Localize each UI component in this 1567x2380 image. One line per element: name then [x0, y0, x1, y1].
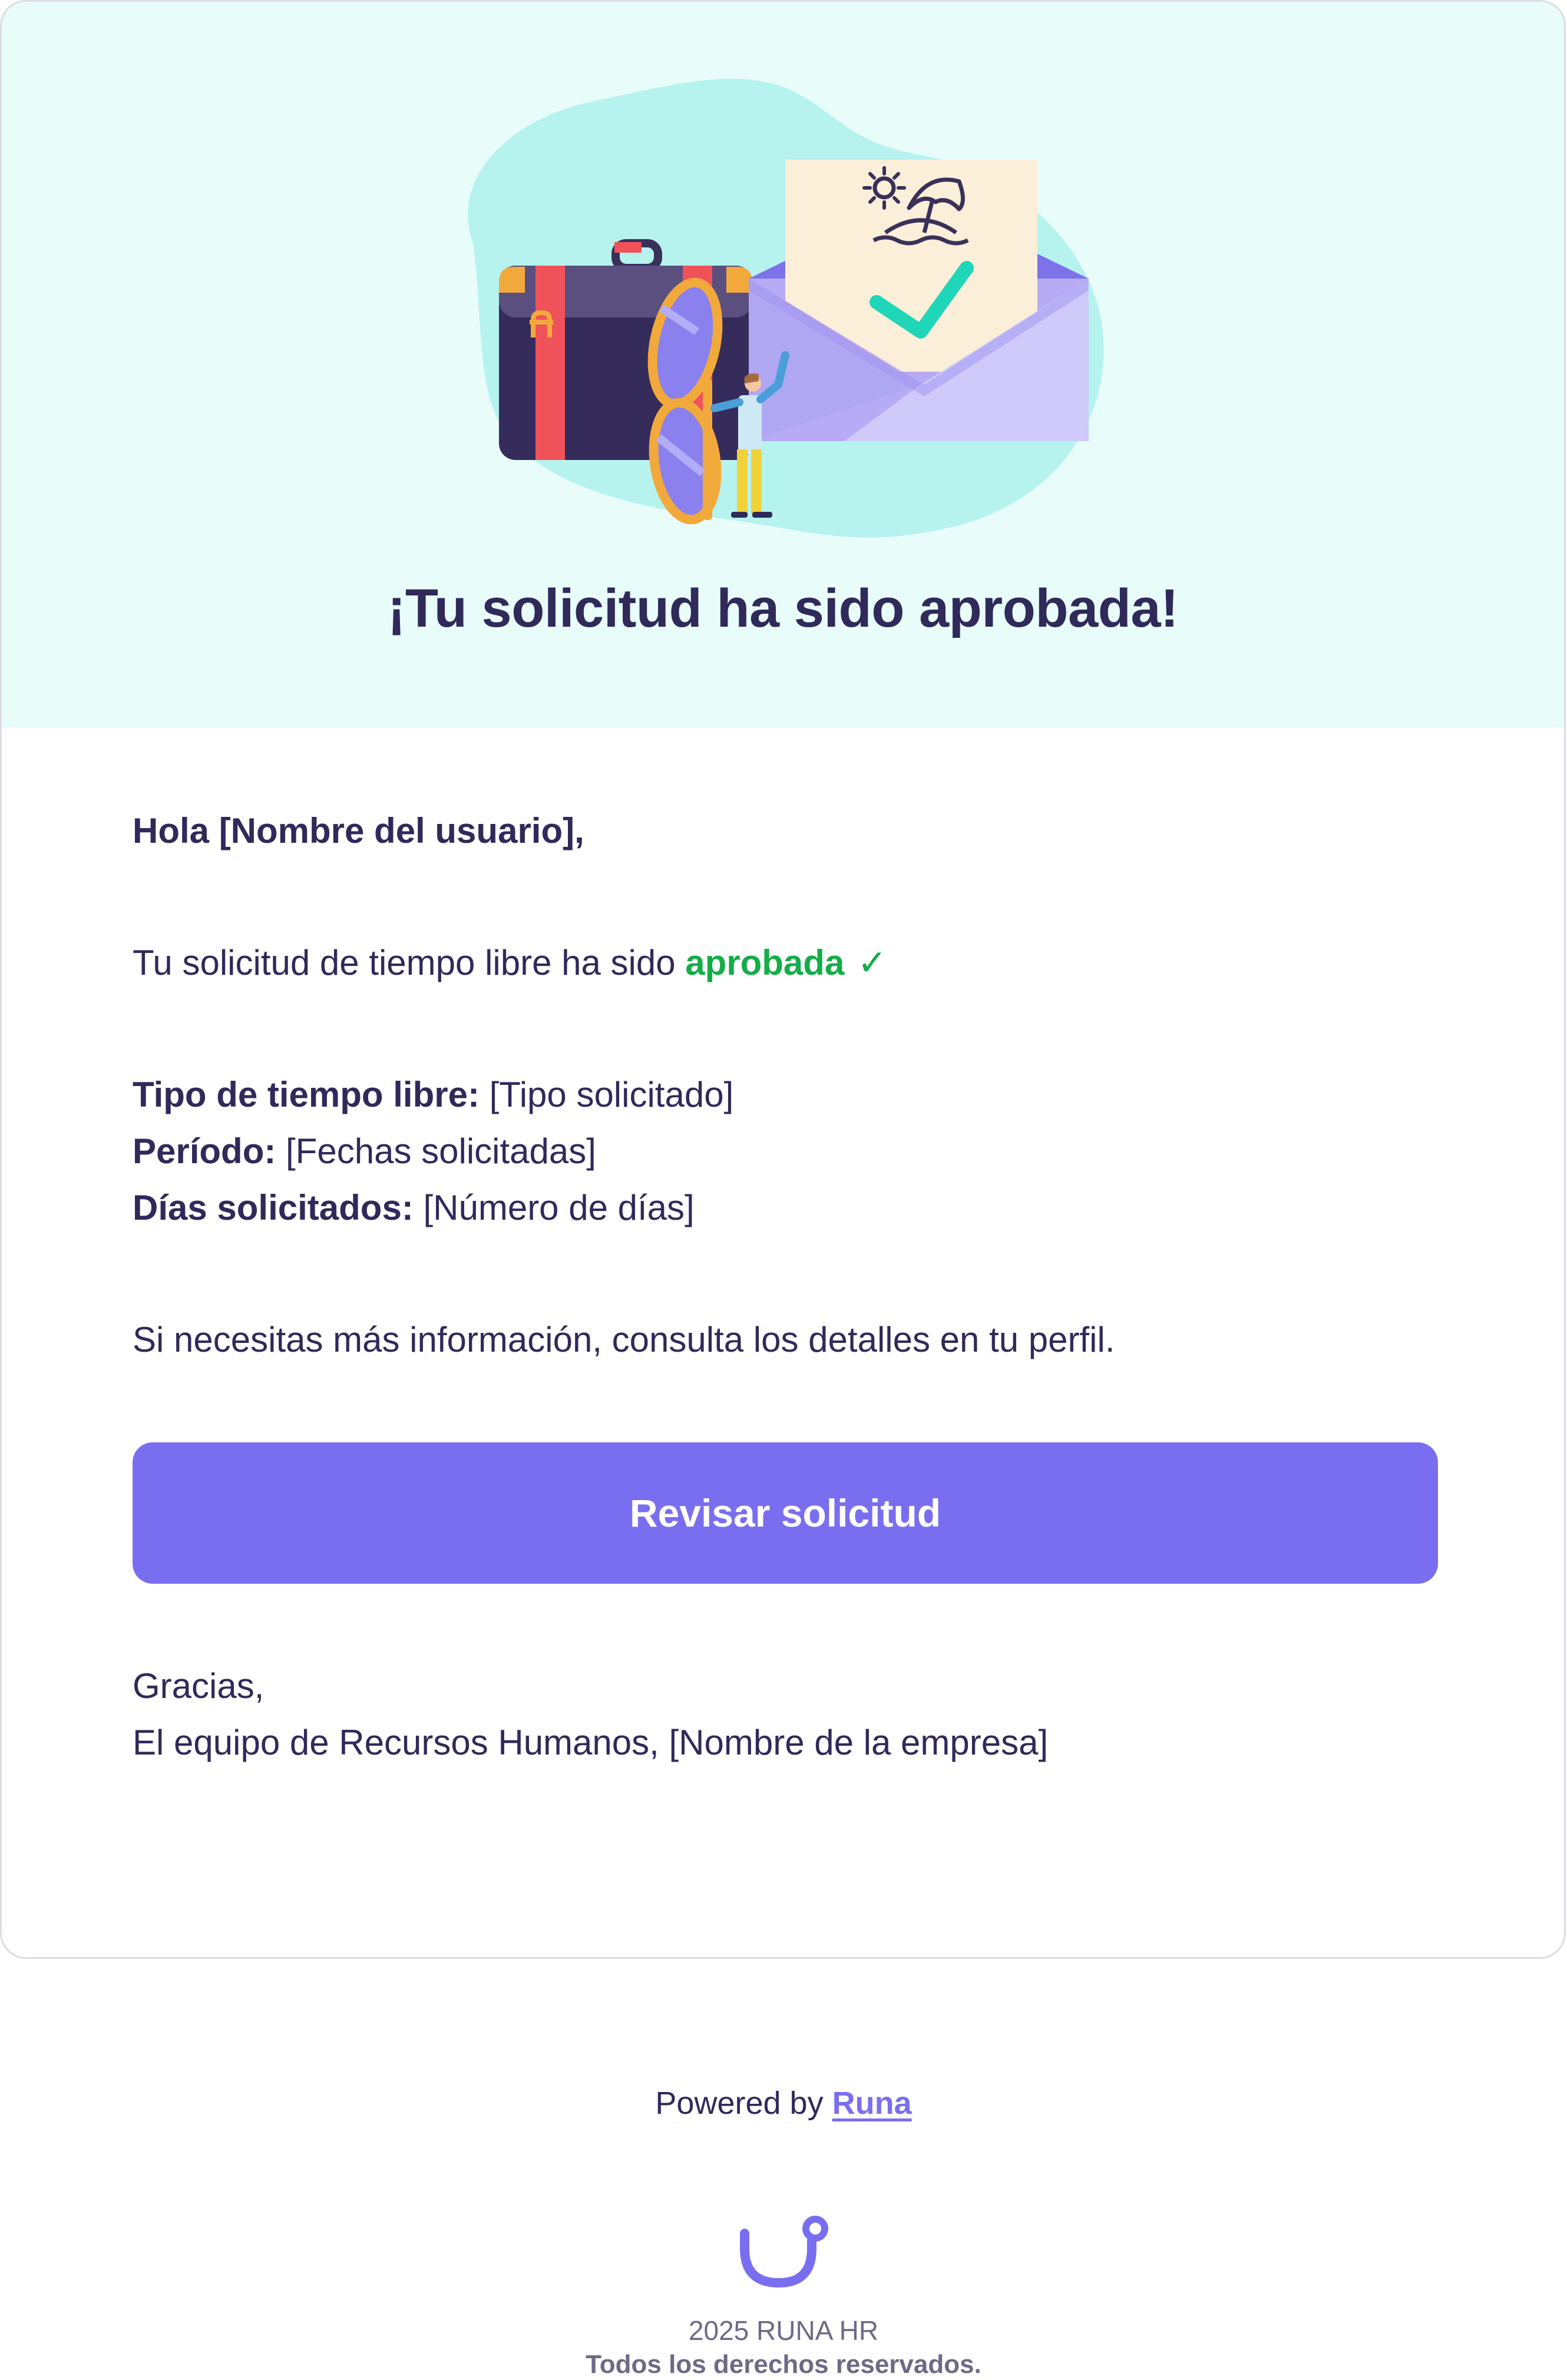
detail-type: Tipo de tiempo libre: [Tipo solicitado]	[133, 1067, 733, 1123]
runa-logo-icon	[740, 2216, 828, 2288]
powered-by: Powered by Runa	[0, 2085, 1567, 2121]
runa-link[interactable]: Runa	[832, 2086, 912, 2121]
detail-period-value: [Fechas solicitadas]	[286, 1131, 596, 1171]
email-card: ¡Tu solicitud ha sido aprobada! Hola [No…	[0, 0, 1566, 1959]
detail-type-value: [Tipo solicitado]	[489, 1075, 734, 1114]
detail-period-label: Período:	[133, 1131, 276, 1171]
check-icon: ✓	[857, 943, 887, 982]
status-approved: aprobada	[685, 943, 845, 982]
envelope-icon	[749, 160, 1089, 441]
detail-days: Días solicitados: [Número de días]	[133, 1180, 695, 1236]
detail-days-label: Días solicitados:	[133, 1188, 414, 1227]
greeting: Hola [Nombre del usuario],	[133, 811, 584, 850]
detail-days-value: [Número de días]	[423, 1188, 695, 1227]
copyright-year: 2025 RUNA HR	[688, 2315, 879, 2346]
detail-period: Período: [Fechas solicitadas]	[133, 1123, 596, 1180]
thanks-text: Gracias,	[133, 1666, 265, 1706]
review-request-button[interactable]: Revisar solicitud	[133, 1442, 1438, 1584]
hero-title: ¡Tu solicitud ha sido aprobada!	[387, 578, 1179, 638]
detail-type-label: Tipo de tiempo libre:	[133, 1075, 480, 1114]
signature-text: El equipo de Recursos Humanos, [Nombre d…	[133, 1723, 1049, 1762]
vacation-illustration	[468, 78, 1104, 538]
hero-banner: ¡Tu solicitud ha sido aprobada!	[2, 2, 1564, 727]
powered-by-prefix: Powered by	[655, 2086, 824, 2121]
rights-reserved: Todos los derechos reservados.	[586, 2350, 981, 2379]
status-line: Tu solicitud de tiempo libre ha sido apr…	[133, 935, 887, 991]
info-text: Si necesitas más información, consulta l…	[133, 1320, 1115, 1359]
status-prefix: Tu solicitud de tiempo libre ha sido	[133, 943, 676, 982]
